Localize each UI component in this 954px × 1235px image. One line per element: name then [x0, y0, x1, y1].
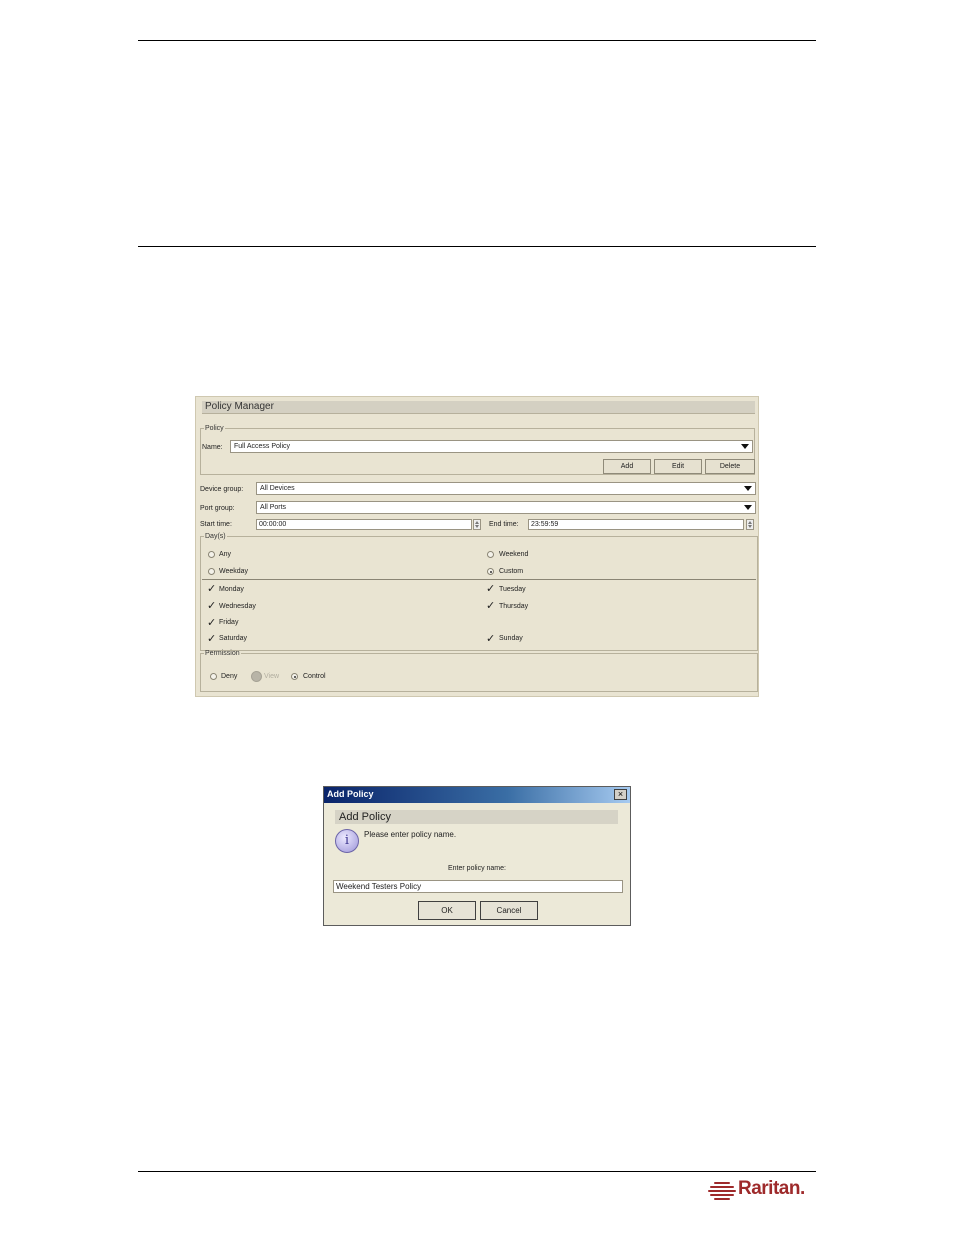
section-rule — [138, 246, 816, 247]
custom-radio[interactable] — [487, 568, 494, 575]
chevron-down-icon[interactable] — [741, 444, 749, 449]
dialog-heading: Add Policy — [335, 810, 618, 824]
name-label: Name: — [202, 444, 223, 451]
days-legend: Day(s) — [205, 533, 226, 540]
device-group-value: All Devices — [260, 485, 295, 492]
view-radio[interactable] — [251, 671, 262, 682]
chevron-down-icon[interactable] — [744, 505, 752, 510]
policy-name-input[interactable]: Weekend Testers Policy — [333, 880, 623, 893]
wednesday-checkbox[interactable]: ✓ — [207, 600, 216, 611]
chevron-down-icon[interactable] — [744, 486, 752, 491]
device-group-label: Device group: — [200, 486, 244, 493]
monday-label: Monday — [219, 586, 244, 593]
globe-icon — [708, 1181, 736, 1200]
start-time-label: Start time: — [200, 521, 232, 528]
end-time-label: End time: — [489, 521, 519, 528]
dialog-message: Please enter policy name. — [364, 830, 457, 839]
panel-title: Policy Manager — [202, 401, 755, 414]
policy-legend: Policy — [205, 425, 224, 432]
control-radio[interactable] — [291, 673, 298, 680]
any-radio[interactable] — [208, 551, 215, 558]
deny-radio[interactable] — [210, 673, 217, 680]
policy-manager-panel: Policy Manager Policy Name: Full Access … — [195, 396, 759, 697]
tuesday-checkbox[interactable]: ✓ — [486, 583, 495, 594]
sunday-checkbox[interactable]: ✓ — [486, 633, 495, 644]
wednesday-label: Wednesday — [219, 603, 256, 610]
friday-label: Friday — [219, 619, 239, 626]
info-icon: i — [335, 829, 359, 853]
footer-rule — [138, 1171, 816, 1172]
ok-button[interactable]: OK — [418, 901, 476, 920]
weekday-label: Weekday — [219, 568, 249, 575]
tuesday-label: Tuesday — [499, 586, 526, 593]
thursday-label: Thursday — [499, 603, 529, 610]
custom-label: Custom — [499, 568, 524, 575]
saturday-label: Saturday — [219, 635, 248, 642]
start-time-input[interactable]: 00:00:00 — [256, 519, 472, 530]
end-time-spinner[interactable] — [746, 519, 754, 530]
deny-label: Deny — [221, 673, 238, 680]
port-group-select[interactable]: All Ports — [256, 501, 756, 514]
policy-name-value: Full Access Policy — [234, 443, 291, 450]
end-time-input[interactable]: 23:59:59 — [528, 519, 744, 530]
delete-button[interactable]: Delete — [705, 459, 755, 474]
control-label: Control — [303, 673, 326, 680]
dialog-titlebar: Add Policy — [324, 787, 630, 803]
add-button[interactable]: Add — [603, 459, 651, 474]
friday-checkbox[interactable]: ✓ — [207, 617, 216, 628]
policy-name-select[interactable]: Full Access Policy — [230, 440, 753, 453]
permission-group: Permission — [200, 650, 758, 692]
permission-legend: Permission — [205, 650, 240, 657]
logo-wordmark: Raritan. — [738, 1178, 805, 1199]
edit-button[interactable]: Edit — [654, 459, 702, 474]
weekend-radio[interactable] — [487, 551, 494, 558]
view-label: View — [264, 673, 280, 680]
cancel-button[interactable]: Cancel — [480, 901, 538, 920]
monday-checkbox[interactable]: ✓ — [207, 583, 216, 594]
device-group-select[interactable]: All Devices — [256, 482, 756, 495]
dialog-window-title: Add Policy — [327, 789, 374, 799]
policy-name-prompt: Enter policy name: — [448, 865, 506, 872]
any-label: Any — [219, 551, 232, 558]
weekday-radio[interactable] — [208, 568, 215, 575]
saturday-checkbox[interactable]: ✓ — [207, 633, 216, 644]
weekend-label: Weekend — [499, 551, 529, 558]
port-group-value: All Ports — [260, 504, 287, 511]
start-time-spinner[interactable] — [473, 519, 481, 530]
add-policy-dialog: Add Policy × Add Policy i Please enter p… — [323, 786, 631, 926]
header-rule — [138, 40, 816, 41]
sunday-label: Sunday — [499, 635, 523, 642]
close-icon[interactable]: × — [614, 789, 627, 800]
raritan-logo: Raritan. — [708, 1178, 812, 1202]
thursday-checkbox[interactable]: ✓ — [486, 600, 495, 611]
port-group-label: Port group: — [200, 505, 235, 512]
days-separator — [202, 579, 756, 580]
days-group: Day(s) — [200, 533, 758, 651]
